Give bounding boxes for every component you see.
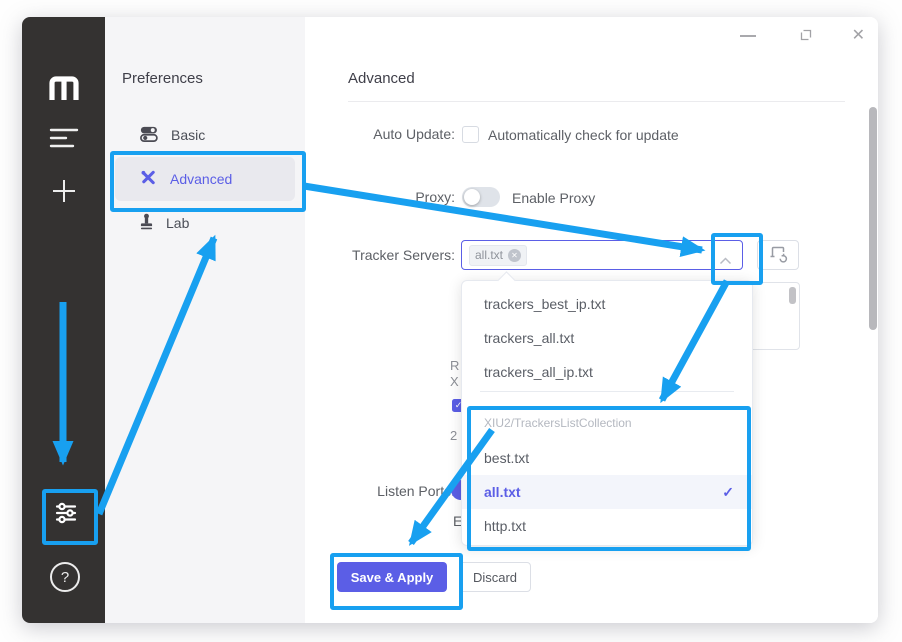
title-divider <box>348 101 845 102</box>
tracker-servers-select[interactable]: all.txt ✕ <box>461 240 743 270</box>
add-task-icon[interactable] <box>50 177 78 205</box>
sync-icon <box>767 242 789 269</box>
obscured-text-line2: X <box>450 374 459 389</box>
help-glyph: ? <box>61 569 69 586</box>
stamp-icon <box>140 213 153 233</box>
auto-update-text: Automatically check for update <box>488 127 679 143</box>
obscured-text-line1: R <box>450 358 459 373</box>
annotation-box-save-button <box>330 553 463 610</box>
help-icon[interactable]: ? <box>50 562 80 592</box>
listen-ports-label: Listen Ports: <box>255 483 455 499</box>
nav-label-lab: Lab <box>166 215 189 231</box>
toggles-icon <box>140 126 158 145</box>
motrix-logo-icon <box>47 72 81 102</box>
task-list-icon[interactable] <box>49 127 79 149</box>
textarea-scrollbar-thumb[interactable] <box>789 287 796 304</box>
page-scrollbar-thumb[interactable] <box>869 107 877 330</box>
annotation-box-chevron <box>711 233 763 285</box>
tag-remove-icon[interactable]: ✕ <box>508 249 521 262</box>
annotation-box-advanced-nav <box>110 151 306 212</box>
obscured-date-fragment: 2 <box>450 428 457 443</box>
sync-trackers-button[interactable] <box>757 240 799 270</box>
close-icon[interactable]: ✕ <box>852 25 865 45</box>
maximize-icon[interactable] <box>799 28 813 47</box>
dropdown-divider <box>480 391 734 392</box>
page-title: Advanced <box>348 70 415 87</box>
screen: ? Preferences Basic Advanced Lab Advance… <box>0 0 902 642</box>
discard-button[interactable]: Discard <box>459 562 531 592</box>
tracker-servers-label: Tracker Servers: <box>255 247 455 263</box>
nav-label-basic: Basic <box>171 127 205 143</box>
dropdown-item[interactable]: trackers_best_ip.txt <box>462 287 752 321</box>
preferences-title: Preferences <box>122 70 203 87</box>
toggle-knob <box>464 189 480 205</box>
dropdown-item[interactable]: trackers_all.txt <box>462 321 752 355</box>
minimize-icon[interactable] <box>740 35 756 37</box>
selected-tracker-tag[interactable]: all.txt ✕ <box>469 245 527 266</box>
dropdown-item[interactable]: trackers_all_ip.txt <box>462 355 752 389</box>
auto-update-label: Auto Update: <box>255 126 455 142</box>
tag-label: all.txt <box>475 248 503 262</box>
auto-update-checkbox[interactable] <box>462 126 479 143</box>
preferences-nav-panel: Preferences Basic Advanced Lab <box>105 17 305 623</box>
proxy-toggle[interactable] <box>462 187 500 207</box>
proxy-text: Enable Proxy <box>512 190 595 206</box>
annotation-box-settings-icon <box>42 489 98 545</box>
annotation-box-dropdown-group <box>467 406 751 551</box>
